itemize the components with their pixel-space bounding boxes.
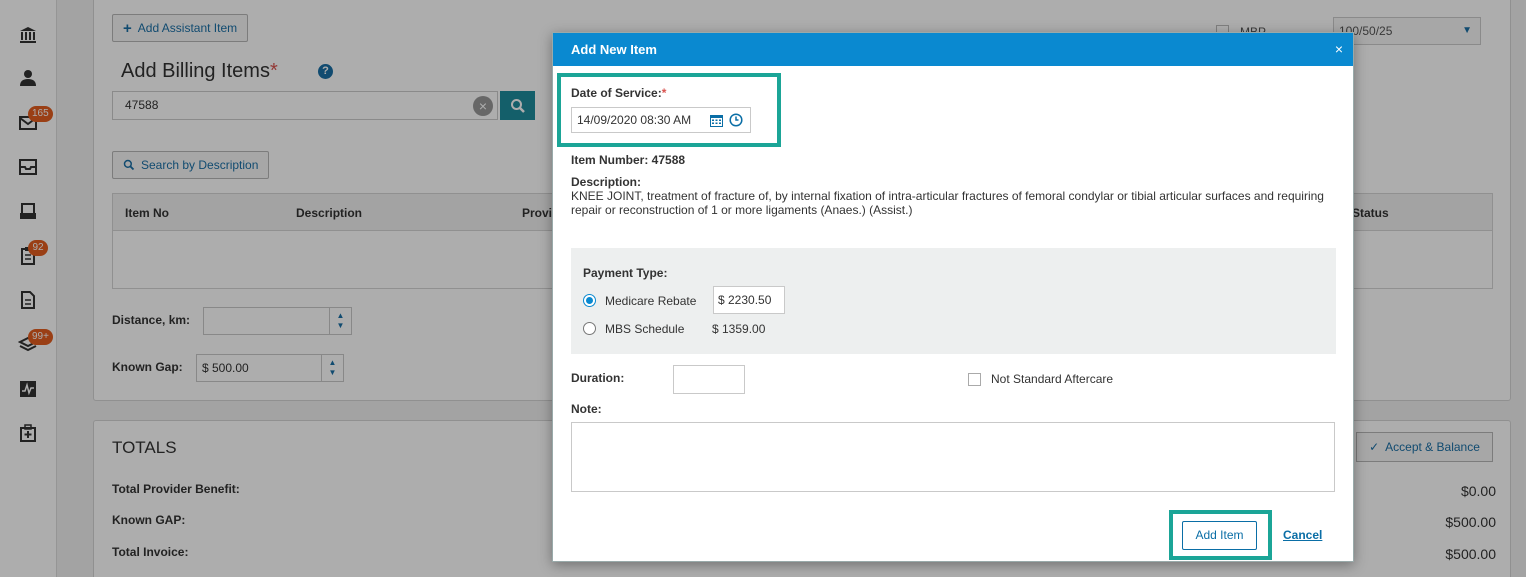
payment-type-box: Payment Type: Medicare Rebate $ 2230.50 …	[571, 248, 1336, 354]
clock-icon[interactable]	[729, 113, 743, 127]
dialog-title: Add New Item	[571, 42, 657, 57]
dialog-header: Add New Item ×	[553, 33, 1353, 66]
cancel-link[interactable]: Cancel	[1283, 528, 1322, 542]
duration-input[interactable]	[673, 365, 745, 394]
mbs-schedule-value: $ 1359.00	[712, 322, 766, 336]
item-number-label: Item Number: 47588	[571, 153, 686, 167]
mbs-schedule-label: MBS Schedule	[605, 322, 685, 336]
description-text: KNEE JOINT, treatment of fracture of, by…	[571, 189, 1324, 217]
close-icon[interactable]: ×	[1335, 41, 1343, 57]
mbs-schedule-radio[interactable]	[583, 322, 596, 335]
note-label: Note:	[571, 402, 602, 416]
date-of-service-label: Date of Service:*	[571, 86, 667, 100]
payment-type-label: Payment Type:	[583, 266, 668, 280]
medicare-rebate-radio[interactable]	[583, 294, 596, 307]
not-standard-aftercare-checkbox[interactable]	[968, 373, 981, 386]
add-item-button[interactable]: Add Item	[1182, 521, 1257, 550]
note-textarea[interactable]	[571, 422, 1335, 492]
duration-label: Duration:	[571, 371, 625, 385]
description-label: Description:	[571, 175, 642, 189]
medicare-rebate-input[interactable]: $ 2230.50	[713, 286, 785, 314]
date-picker-buttons	[703, 107, 751, 133]
not-standard-aftercare-label: Not Standard Aftercare	[991, 372, 1114, 386]
calendar-icon[interactable]	[709, 114, 723, 127]
date-of-service-input[interactable]: 14/09/2020 08:30 AM	[571, 107, 723, 133]
add-new-item-dialog: Add New Item × Date of Service:* 14/09/2…	[552, 32, 1354, 562]
medicare-rebate-label: Medicare Rebate	[605, 294, 697, 308]
